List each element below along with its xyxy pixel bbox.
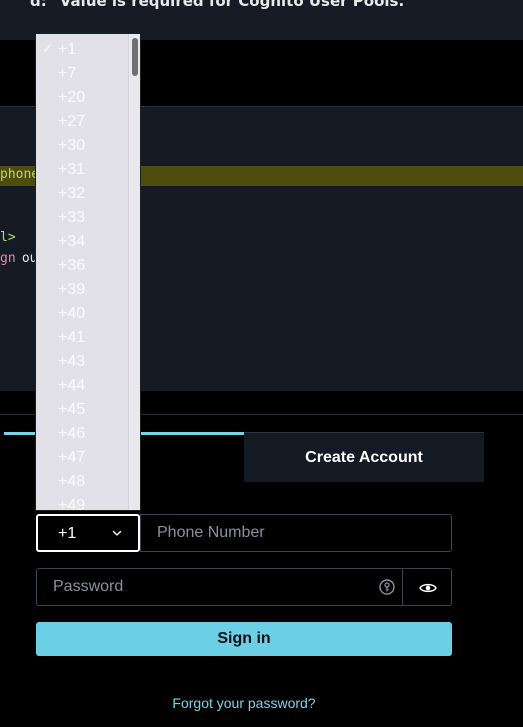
dropdown-option-label: +43: [58, 353, 86, 370]
country-code-value: +1: [58, 525, 77, 542]
dropdown-option-label: +1: [58, 41, 77, 58]
dropdown-option-label: +36: [58, 257, 86, 274]
dropdown-option-label: +32: [58, 185, 86, 202]
dropdown-option-label: +48: [58, 473, 86, 490]
dropdown-option-label: +30: [58, 137, 86, 154]
dropdown-option-label: +27: [58, 113, 86, 130]
eye-icon: [419, 583, 437, 593]
dropdown-option[interactable]: +44: [36, 374, 128, 398]
dropdown-option[interactable]: +48: [36, 470, 128, 494]
dropdown-option-label: +47: [58, 449, 86, 466]
tab-create-account[interactable]: Create Account: [244, 432, 484, 482]
dropdown-option[interactable]: +30: [36, 134, 128, 158]
dropdown-option-label: +44: [58, 377, 86, 394]
dropdown-option[interactable]: +27: [36, 110, 128, 134]
dropdown-option[interactable]: +40: [36, 302, 128, 326]
dropdown-scrollbar-thumb[interactable]: [132, 38, 138, 76]
dropdown-option[interactable]: +43: [36, 350, 128, 374]
dropdown-option-label: +40: [58, 305, 86, 322]
dropdown-option[interactable]: +36: [36, 254, 128, 278]
dropdown-option[interactable]: +49: [36, 494, 128, 511]
dropdown-option[interactable]: +41: [36, 326, 128, 350]
dropdown-option[interactable]: +7: [36, 62, 128, 86]
dropdown-option[interactable]: +33: [36, 206, 128, 230]
dropdown-option-label: +46: [58, 425, 86, 442]
code-token-tag: l>: [0, 230, 16, 245]
dropdown-option-label: +33: [58, 209, 86, 226]
error-message: d: "Value is required for Cognito User P…: [30, 0, 412, 10]
country-code-select[interactable]: +1: [36, 514, 140, 552]
sign-in-button[interactable]: Sign in: [36, 622, 452, 656]
dropdown-option-label: +41: [58, 329, 86, 346]
password-field-group: [36, 568, 452, 606]
dropdown-option-label: +39: [58, 281, 86, 298]
dropdown-option[interactable]: +46: [36, 422, 128, 446]
dropdown-option[interactable]: ✓ +1: [36, 38, 128, 62]
tab-create-account-label: Create Account: [305, 449, 423, 466]
dropdown-option-label: +49: [58, 497, 86, 511]
dropdown-option[interactable]: +45: [36, 398, 128, 422]
country-code-dropdown-list[interactable]: ✓ +1 +7 +20 +27 +30 +31 +32 +33 +34 +36 +39 +40 +41 +4…: [35, 33, 141, 511]
dropdown-option[interactable]: +31: [36, 158, 128, 182]
chevron-down-icon: [112, 530, 122, 536]
dropdown-scrollbar[interactable]: [128, 34, 140, 510]
dropdown-option-label: +45: [58, 401, 86, 418]
checkmark-icon: ✓: [42, 41, 53, 56]
dropdown-option[interactable]: +39: [36, 278, 128, 302]
dropdown-option[interactable]: +32: [36, 182, 128, 206]
dropdown-option-label: +31: [58, 161, 86, 178]
forgot-password-link[interactable]: Forgot your password?: [0, 695, 488, 711]
dropdown-option-label: +7: [58, 65, 77, 82]
password-input[interactable]: [36, 568, 403, 606]
dropdown-option-label: +34: [58, 233, 86, 250]
dropdown-option[interactable]: +20: [36, 86, 128, 110]
show-password-button[interactable]: [402, 568, 452, 606]
password-manager-icon[interactable]: [378, 578, 396, 596]
code-token-text: ou: [14, 251, 38, 266]
dropdown-option[interactable]: +34: [36, 230, 128, 254]
dropdown-option[interactable]: +47: [36, 446, 128, 470]
dropdown-option-label: +20: [58, 89, 86, 106]
code-token-phone: phone: [0, 167, 40, 182]
phone-number-input[interactable]: [140, 514, 452, 552]
